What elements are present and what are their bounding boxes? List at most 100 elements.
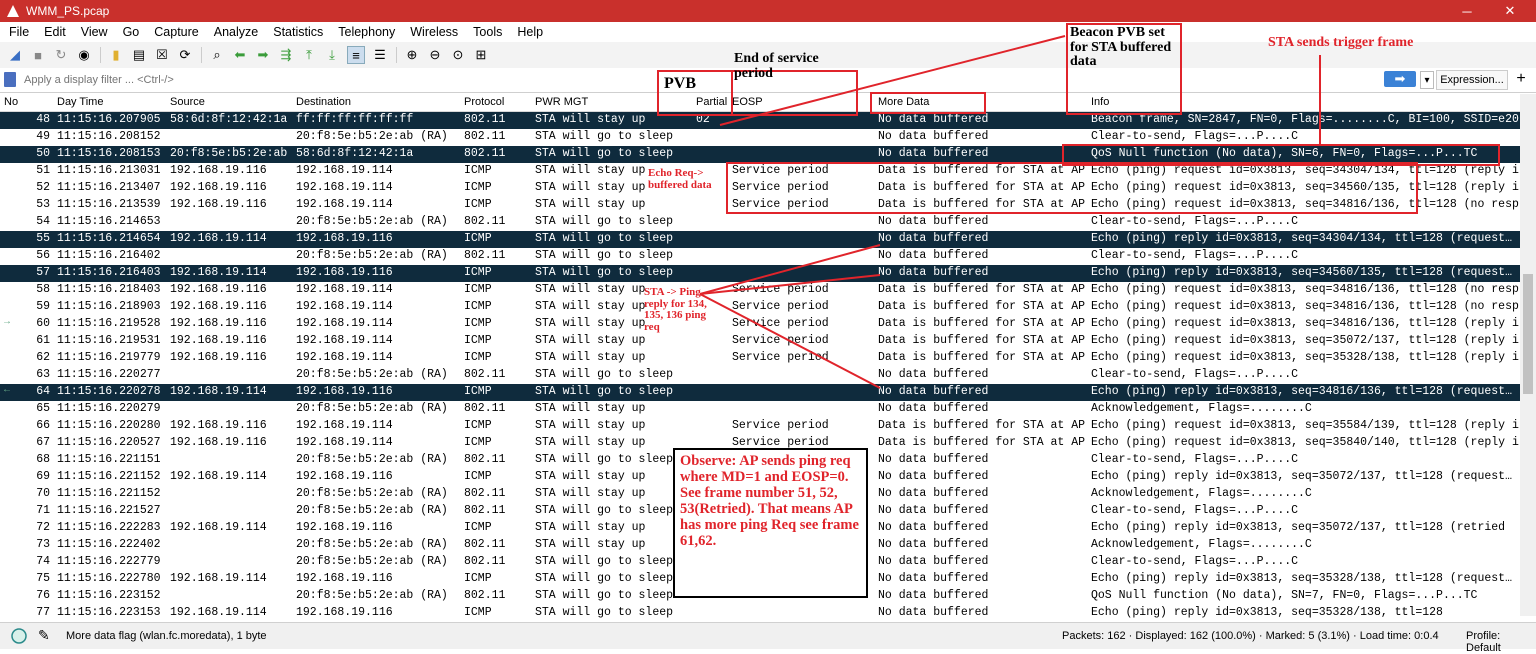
- cell-time: 11:15:16.221152: [57, 487, 161, 500]
- cell-more-data: Data is buffered for STA at AP: [878, 283, 1086, 296]
- stop-icon[interactable]: ■: [30, 47, 46, 63]
- expression-button[interactable]: Expression...: [1436, 70, 1508, 90]
- col-no[interactable]: No: [4, 96, 18, 108]
- cell-pwr-mgt: STA will stay up: [535, 402, 646, 415]
- table-row[interactable]: 55 11:15:16.214654 192.168.19.114 192.168.1…: [0, 231, 1520, 248]
- table-row[interactable]: 62 11:15:16.219779 192.168.19.116 192.168.1…: [0, 350, 1520, 367]
- table-row[interactable]: 77 11:15:16.223153 192.168.19.114 192.168.1…: [0, 605, 1520, 622]
- ready-status-icon[interactable]: [10, 627, 28, 645]
- back-icon[interactable]: ⬅: [232, 47, 248, 63]
- col-source[interactable]: Source: [170, 96, 205, 108]
- cell-more-data: No data buffered: [878, 504, 989, 517]
- cell-source: 20:f8:5e:b5:2e:ab: [170, 147, 288, 160]
- col-destination[interactable]: Destination: [296, 96, 351, 108]
- options-icon[interactable]: ◉: [76, 47, 92, 63]
- cell-time: 11:15:16.218403: [57, 283, 161, 296]
- table-row[interactable]: 54 11:15:16.214653 20:f8:5e:b5:2e:ab (RA) 8…: [0, 214, 1520, 231]
- menu-view[interactable]: View: [78, 25, 111, 39]
- first-packet-icon[interactable]: ⤒: [301, 47, 317, 63]
- last-packet-icon[interactable]: ⤓: [324, 47, 340, 63]
- apply-filter-arrow-icon[interactable]: ➡: [1384, 71, 1416, 87]
- col-time[interactable]: Day Time: [57, 96, 103, 108]
- menu-go[interactable]: Go: [120, 25, 143, 39]
- colorize-icon[interactable]: ☰: [372, 47, 388, 63]
- cell-time: 11:15:16.220527: [57, 436, 161, 449]
- echo-req-label: Echo Req-> buffered data: [648, 167, 712, 191]
- chevron-down-icon[interactable]: ▾: [1420, 71, 1434, 89]
- cell-more-data: No data buffered: [878, 572, 989, 585]
- restart-icon[interactable]: ↻: [53, 47, 69, 63]
- menu-help[interactable]: Help: [514, 25, 546, 39]
- add-filter-button[interactable]: +: [1512, 70, 1530, 88]
- open-icon[interactable]: ▮: [108, 47, 124, 63]
- cell-protocol: 802.11: [464, 504, 506, 517]
- cell-no: 74: [36, 555, 50, 568]
- edit-comment-icon[interactable]: ✎: [38, 627, 50, 644]
- cell-protocol: 802.11: [464, 538, 506, 551]
- menu-telephony[interactable]: Telephony: [335, 25, 398, 39]
- table-row[interactable]: 61 11:15:16.219531 192.168.19.116 192.168.1…: [0, 333, 1520, 350]
- wireshark-icon: [7, 5, 19, 17]
- menu-tools[interactable]: Tools: [470, 25, 505, 39]
- bookmark-icon[interactable]: [4, 72, 16, 87]
- cell-pwr-mgt: STA will go to sleep: [535, 385, 674, 398]
- trigger-label: STA sends trigger frame: [1268, 35, 1414, 50]
- zoom-in-icon[interactable]: ⊕: [404, 47, 420, 63]
- table-row[interactable]: 66 11:15:16.220280 192.168.19.116 192.168.1…: [0, 418, 1520, 435]
- cell-destination: 192.168.19.114: [296, 419, 393, 432]
- close-file-icon[interactable]: ☒: [154, 47, 170, 63]
- vertical-scrollbar[interactable]: [1520, 94, 1536, 616]
- menu-edit[interactable]: Edit: [41, 25, 69, 39]
- col-pwr-mgt[interactable]: PWR MGT: [535, 96, 588, 108]
- col-protocol[interactable]: Protocol: [464, 96, 504, 108]
- cell-destination: 192.168.19.116: [296, 572, 393, 585]
- table-row[interactable]: 63 11:15:16.220277 20:f8:5e:b5:2e:ab (RA) 8…: [0, 367, 1520, 384]
- resize-columns-icon[interactable]: ⊞: [473, 47, 489, 63]
- close-icon[interactable]: ✕: [1490, 0, 1530, 22]
- goto-icon[interactable]: ⇶: [278, 47, 294, 63]
- profile-text[interactable]: Profile: Default: [1466, 630, 1536, 654]
- cell-no: 75: [36, 572, 50, 585]
- cell-info: Echo (ping) reply id=0x3813, seq=35072/1…: [1091, 521, 1506, 534]
- table-row[interactable]: ← 64 11:15:16.220278 192.168.19.114 192.168.…: [0, 384, 1520, 401]
- menu-statistics[interactable]: Statistics: [270, 25, 326, 39]
- cell-eosp: Service period: [732, 317, 829, 330]
- cell-protocol: 802.11: [464, 215, 506, 228]
- cell-no: 66: [36, 419, 50, 432]
- zoom-out-icon[interactable]: ⊖: [427, 47, 443, 63]
- cell-pwr-mgt: STA will go to sleep: [535, 572, 674, 585]
- menu-capture[interactable]: Capture: [151, 25, 201, 39]
- table-row[interactable]: → 60 11:15:16.219528 192.168.19.116 192.168.…: [0, 316, 1520, 333]
- cell-protocol: ICMP: [464, 283, 492, 296]
- scrollbar-thumb[interactable]: [1523, 274, 1533, 394]
- cell-more-data: Data is buffered for STA at AP: [878, 436, 1086, 449]
- table-row[interactable]: 59 11:15:16.218903 192.168.19.116 192.168.1…: [0, 299, 1520, 316]
- menu-analyze[interactable]: Analyze: [211, 25, 261, 39]
- cell-no: 52: [36, 181, 50, 194]
- cell-destination: 20:f8:5e:b5:2e:ab (RA): [296, 368, 448, 381]
- find-icon[interactable]: ⌕: [209, 47, 225, 63]
- table-row[interactable]: 57 11:15:16.216403 192.168.19.114 192.168.1…: [0, 265, 1520, 282]
- table-row[interactable]: 65 11:15:16.220279 20:f8:5e:b5:2e:ab (RA) 8…: [0, 401, 1520, 418]
- menu-file[interactable]: File: [6, 25, 32, 39]
- table-row[interactable]: 58 11:15:16.218403 192.168.19.116 192.168.1…: [0, 282, 1520, 299]
- reload-icon[interactable]: ⟳: [177, 47, 193, 63]
- cell-time: 11:15:16.216402: [57, 249, 161, 262]
- shark-fin-icon[interactable]: ◢: [7, 47, 23, 63]
- minimize-icon[interactable]: ─: [1444, 0, 1490, 22]
- menu-wireless[interactable]: Wireless: [407, 25, 461, 39]
- cell-source: 192.168.19.116: [170, 334, 267, 347]
- autoscroll-icon[interactable]: ≡: [347, 46, 365, 64]
- cell-destination: 192.168.19.116: [296, 232, 393, 245]
- save-icon[interactable]: ▤: [131, 47, 147, 63]
- cell-destination: 192.168.19.114: [296, 317, 393, 330]
- cell-time: 11:15:16.213407: [57, 181, 161, 194]
- cell-pwr-mgt: STA will stay up: [535, 470, 646, 483]
- table-row[interactable]: 56 11:15:16.216402 20:f8:5e:b5:2e:ab (RA) 8…: [0, 248, 1520, 265]
- forward-icon[interactable]: ➡: [255, 47, 271, 63]
- cell-time: 11:15:16.213031: [57, 164, 161, 177]
- zoom-reset-icon[interactable]: ⊙: [450, 47, 466, 63]
- cell-pwr-mgt: STA will go to sleep: [535, 215, 674, 228]
- cell-time: 11:15:16.220278: [57, 385, 161, 398]
- cell-source: 58:6d:8f:12:42:1a: [170, 113, 288, 126]
